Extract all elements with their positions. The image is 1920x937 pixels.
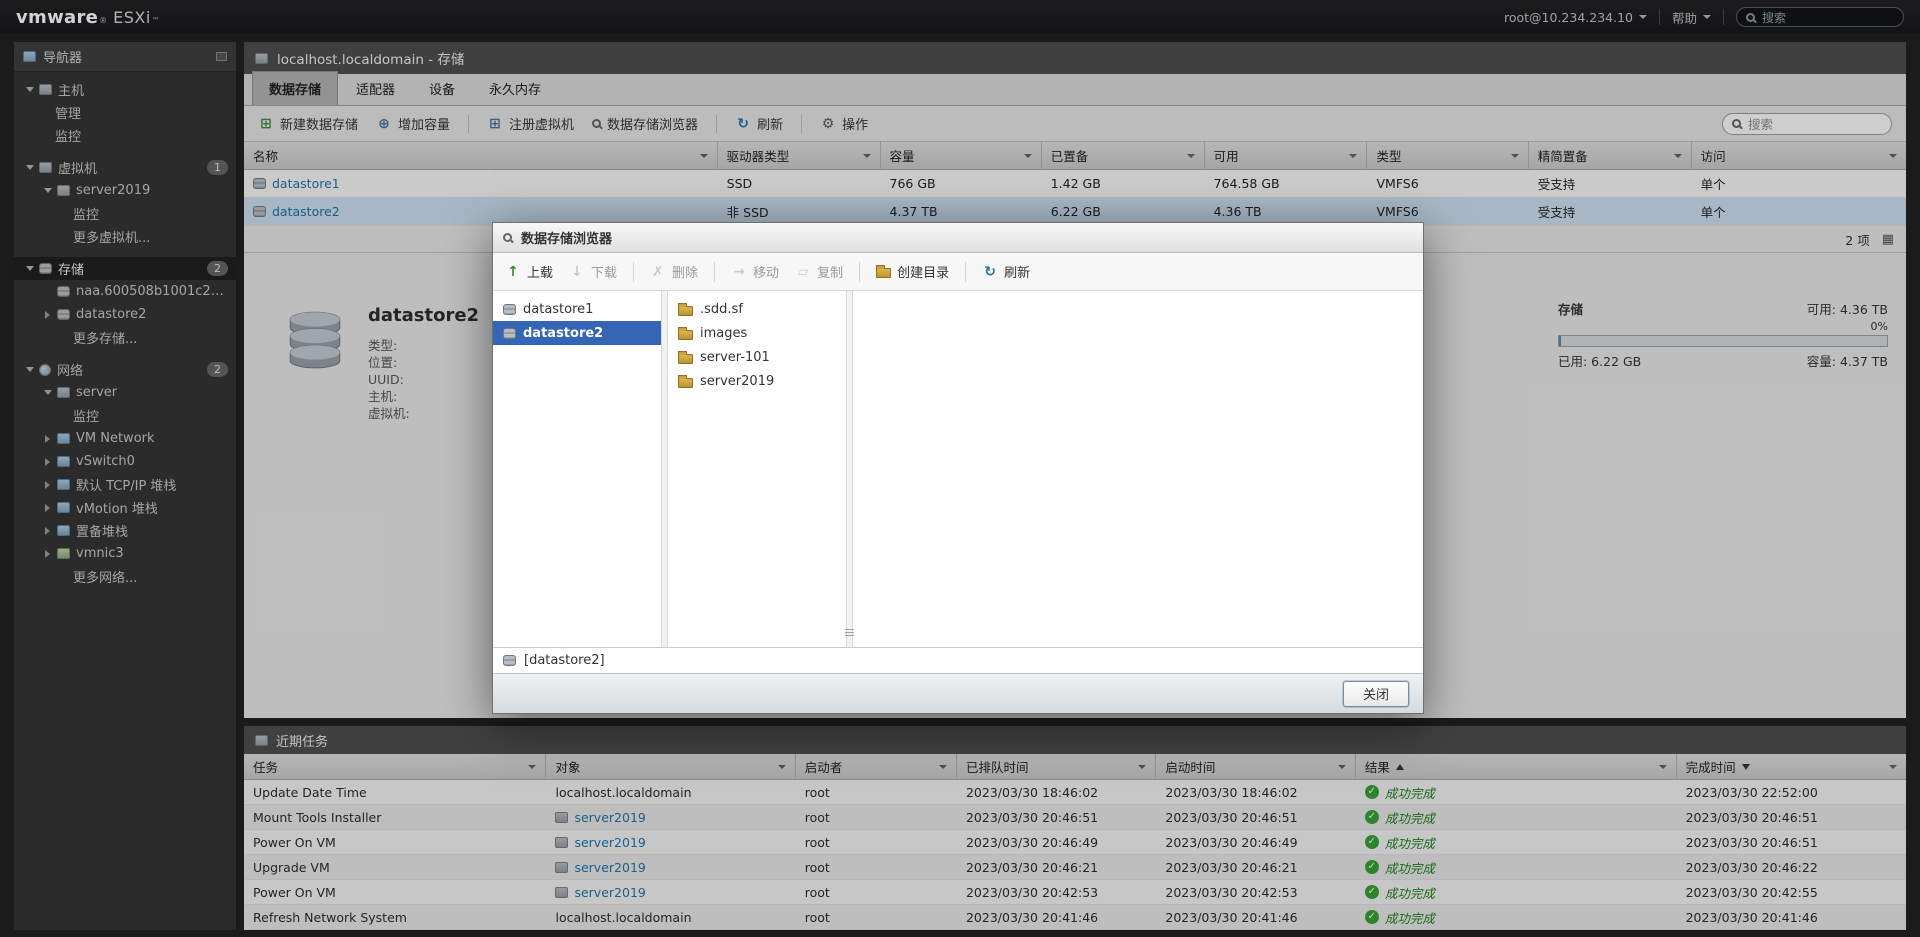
dialog-status-bar: [datastore2]	[493, 647, 1423, 673]
dialog-toolbar-label: 删除	[672, 262, 698, 281]
dialog-folder-.sdd.sf[interactable]: .sdd.sf	[668, 297, 846, 321]
toolbar-separator	[714, 262, 715, 282]
folder-icon	[678, 330, 693, 340]
file-list-column	[853, 291, 1423, 647]
splitter-grip-icon[interactable]	[845, 629, 854, 637]
column-splitter[interactable]	[661, 291, 668, 647]
dialog-toolbar-create-directory[interactable]: 创建目录	[876, 262, 949, 281]
dialog-toolbar-label: 创建目录	[897, 262, 949, 281]
close-button[interactable]: 关闭	[1343, 681, 1409, 707]
folder-icon	[678, 354, 693, 364]
dialog-toolbar-refresh[interactable]: ↻ 刷新	[982, 262, 1030, 281]
datastore-browser-dialog: 数据存储浏览器 ↑ 上载 ↓ 下载 ✗ 删除 → 移动 ▱ 复制 创建目录 ↻ 刷新 datastore…	[492, 222, 1424, 714]
dialog-footer: 关闭	[493, 673, 1423, 713]
dialog-folder-images[interactable]: images	[668, 321, 846, 345]
copy-icon: ▱	[795, 265, 811, 279]
dialog-folder-server-101[interactable]: server-101	[668, 345, 846, 369]
dialog-toolbar-move: → 移动	[731, 262, 779, 281]
dialog-toolbar: ↑ 上载 ↓ 下载 ✗ 删除 → 移动 ▱ 复制 创建目录 ↻ 刷新	[493, 253, 1423, 291]
folder-name: server-101	[700, 350, 770, 365]
dialog-toolbar-upload[interactable]: ↑ 上载	[505, 262, 553, 281]
dialog-toolbar-label: 移动	[753, 262, 779, 281]
esxi-host-client: vmware® ESXi™ root@10.234.234.10 帮助 搜索 导…	[0, 0, 1920, 937]
folder-name: images	[700, 326, 747, 341]
upload-icon: ↑	[505, 265, 521, 279]
folder-list-column: .sdd.sf images server-101 server2019	[668, 291, 846, 647]
file-browser-columns: datastore1 datastore2 .sdd.sf images server…	[493, 291, 1423, 647]
dialog-toolbar-copy: ▱ 复制	[795, 262, 843, 281]
dialog-toolbar-label: 上载	[527, 262, 553, 281]
current-path-label: [datastore2]	[524, 653, 605, 668]
disk-icon	[503, 655, 516, 666]
dialog-toolbar-delete: ✗ 删除	[650, 262, 698, 281]
disk-icon	[503, 304, 516, 315]
datastore-name: datastore1	[523, 302, 593, 317]
folder-name: server2019	[700, 374, 774, 389]
datastore-name: datastore2	[523, 326, 603, 341]
datastore-list-column: datastore1 datastore2	[493, 291, 661, 647]
dialog-datastore-datastore2[interactable]: datastore2	[493, 321, 661, 345]
download-icon: ↓	[569, 265, 585, 279]
dialog-folder-server2019[interactable]: server2019	[668, 369, 846, 393]
dialog-title-bar[interactable]: 数据存储浏览器	[493, 223, 1423, 253]
dialog-toolbar-label: 刷新	[1004, 262, 1030, 281]
dialog-toolbar-label: 复制	[817, 262, 843, 281]
dialog-toolbar-download: ↓ 下载	[569, 262, 617, 281]
dialog-toolbar-label: 下载	[591, 262, 617, 281]
delete-icon: ✗	[650, 265, 666, 279]
create-directory-icon	[876, 268, 891, 278]
toolbar-separator	[965, 262, 966, 282]
folder-icon	[678, 306, 693, 316]
refresh-icon: ↻	[982, 265, 998, 279]
column-splitter[interactable]	[846, 291, 853, 647]
move-icon: →	[731, 265, 747, 279]
folder-icon	[678, 378, 693, 388]
dialog-datastore-datastore1[interactable]: datastore1	[493, 297, 661, 321]
toolbar-separator	[633, 262, 634, 282]
dialog-title: 数据存储浏览器	[521, 228, 612, 247]
toolbar-separator	[859, 262, 860, 282]
folder-name: .sdd.sf	[700, 302, 743, 317]
datastore-browser-icon	[503, 233, 512, 242]
disk-icon	[503, 328, 516, 339]
